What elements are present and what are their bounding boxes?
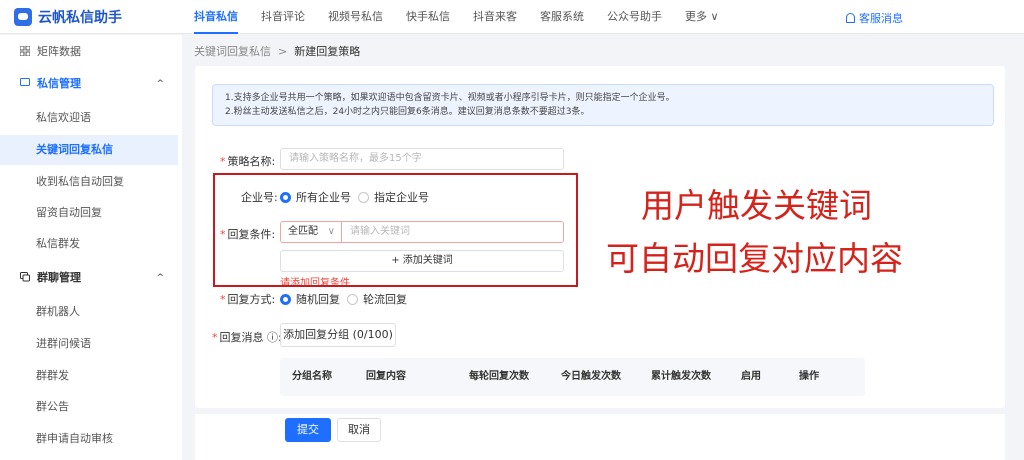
required-mark: *	[220, 155, 226, 168]
main-nav: 抖音私信 抖音评论 视频号私信 快手私信 抖音来客 客服系统 公众号助手 更多 …	[194, 0, 742, 34]
annotation-highlight-box	[213, 173, 578, 287]
nav-tab-more[interactable]: 更多 ∨	[685, 0, 719, 34]
customer-service-link[interactable]: 客服消息	[846, 10, 903, 26]
sidebar-item-group-bot[interactable]: 群机器人	[0, 297, 178, 327]
sidebar-groupchat-label: 群聊管理	[37, 271, 81, 284]
grid-icon	[20, 46, 30, 56]
notice-line-1: 1.支持多企业号共用一个策略，如果欢迎语中包含留资卡片、视频或者小程序引导卡片，…	[225, 93, 675, 103]
sidebar-dm-label: 私信管理	[37, 77, 81, 90]
sidebar-matrix-label: 矩阵数据	[37, 45, 81, 58]
top-bar: 云帆私信助手 抖音私信 抖音评论 视频号私信 快手私信 抖音来客 客服系统 公众…	[0, 0, 1024, 34]
breadcrumb-parent[interactable]: 关键词回复私信	[194, 45, 271, 58]
radio-random-reply[interactable]: 随机回复	[280, 291, 340, 307]
nav-tab-official-account[interactable]: 公众号助手	[607, 0, 662, 34]
notice-box: 1.支持多企业号共用一个策略，如果欢迎语中包含留资卡片、视频或者小程序引导卡片，…	[212, 84, 994, 126]
col-group-name: 分组名称	[292, 371, 332, 382]
nav-tab-customer-service[interactable]: 客服系统	[540, 0, 584, 34]
sidebar-item-group-approval[interactable]: 群申请自动审核	[0, 424, 178, 454]
chevron-up-icon: ^	[156, 79, 164, 89]
message-icon	[20, 78, 30, 86]
col-enabled: 启用	[741, 371, 761, 382]
reply-mode-label: * 回复方式:	[220, 291, 275, 307]
submit-button[interactable]: 提交	[285, 418, 331, 442]
sidebar-item-dm-broadcast[interactable]: 私信群发	[0, 229, 178, 259]
nav-tab-douyin-comment[interactable]: 抖音评论	[261, 0, 305, 34]
reply-message-label-text: 回复消息 ⓘ:	[219, 331, 282, 344]
breadcrumb: 关键词回复私信 > 新建回复策略	[194, 43, 360, 59]
group-chat-icon	[20, 272, 30, 282]
strategy-name-label: * 策略名称:	[220, 153, 275, 169]
nav-more-label: 更多	[685, 10, 707, 23]
strategy-name-label-text: 策略名称:	[227, 155, 276, 168]
col-reply-content: 回复内容	[366, 371, 406, 382]
breadcrumb-current: 新建回复策略	[294, 45, 361, 58]
reply-mode-label-text: 回复方式:	[227, 293, 276, 306]
chat-logo-icon	[14, 8, 32, 26]
annotation-line-1: 用户触发关键词	[641, 186, 872, 225]
cancel-button[interactable]: 取消	[337, 418, 381, 442]
notice-line-2: 2.粉丝主动发送私信之后，24小时之内只能回复6条消息。建议回复消息条数不要超过…	[225, 107, 590, 117]
sidebar-item-group-notice[interactable]: 群公告	[0, 392, 178, 422]
customer-service-label: 客服消息	[859, 12, 903, 25]
sidebar-item-lead-reply[interactable]: 留资自动回复	[0, 198, 178, 228]
reply-group-table-header: 分组名称 回复内容 每轮回复次数 今日触发次数 累计触发次数 启用 操作	[280, 358, 865, 396]
sidebar: 矩阵数据 私信管理 ^ 私信欢迎语 关键词回复私信 收到私信自动回复 留资自动回…	[0, 35, 182, 460]
required-mark: *	[220, 293, 226, 306]
nav-tab-video-dm[interactable]: 视频号私信	[328, 0, 383, 34]
radio-unchecked-icon	[347, 293, 358, 305]
sidebar-item-dm-welcome[interactable]: 私信欢迎语	[0, 103, 178, 133]
radio-random-reply-label: 随机回复	[296, 293, 340, 306]
sidebar-item-auto-reply[interactable]: 收到私信自动回复	[0, 167, 178, 197]
annotation-line-2: 可自动回复对应内容	[606, 239, 903, 278]
col-total-trigger-count: 累计触发次数	[651, 371, 711, 382]
sidebar-item-keyword-reply[interactable]: 关键词回复私信	[0, 135, 178, 165]
chevron-down-icon: ∨	[710, 10, 719, 23]
bell-icon	[846, 13, 855, 23]
sidebar-group-groupchat[interactable]: 群聊管理 ^	[0, 263, 182, 293]
col-per-round-count: 每轮回复次数	[469, 371, 529, 382]
strategy-name-input[interactable]: 请输入策略名称，最多15个字	[280, 148, 564, 170]
app-title: 云帆私信助手	[38, 10, 122, 26]
add-reply-group-button[interactable]: 添加回复分组 (0/100)	[280, 323, 396, 347]
radio-checked-icon	[280, 293, 291, 305]
breadcrumb-separator: >	[278, 45, 288, 58]
col-actions: 操作	[799, 371, 819, 382]
required-mark: *	[212, 331, 218, 344]
radio-round-reply-label: 轮流回复	[363, 293, 407, 306]
col-today-trigger-count: 今日触发次数	[561, 371, 621, 382]
chevron-up-icon: ^	[156, 273, 164, 283]
sidebar-item-matrix[interactable]: 矩阵数据	[0, 37, 182, 67]
app-logo[interactable]: 云帆私信助手	[14, 7, 122, 27]
nav-tab-douyin-dm[interactable]: 抖音私信	[194, 0, 238, 34]
nav-tab-douyin-laike[interactable]: 抖音来客	[473, 0, 517, 34]
sidebar-item-group-broadcast[interactable]: 群群发	[0, 361, 178, 391]
sidebar-item-group-greeting[interactable]: 进群问候语	[0, 329, 178, 359]
reply-message-label: * 回复消息 ⓘ:	[212, 329, 282, 345]
radio-round-reply[interactable]: 轮流回复	[347, 291, 407, 307]
nav-tab-kuaishou-dm[interactable]: 快手私信	[406, 0, 450, 34]
sidebar-group-dm[interactable]: 私信管理 ^	[0, 69, 182, 99]
